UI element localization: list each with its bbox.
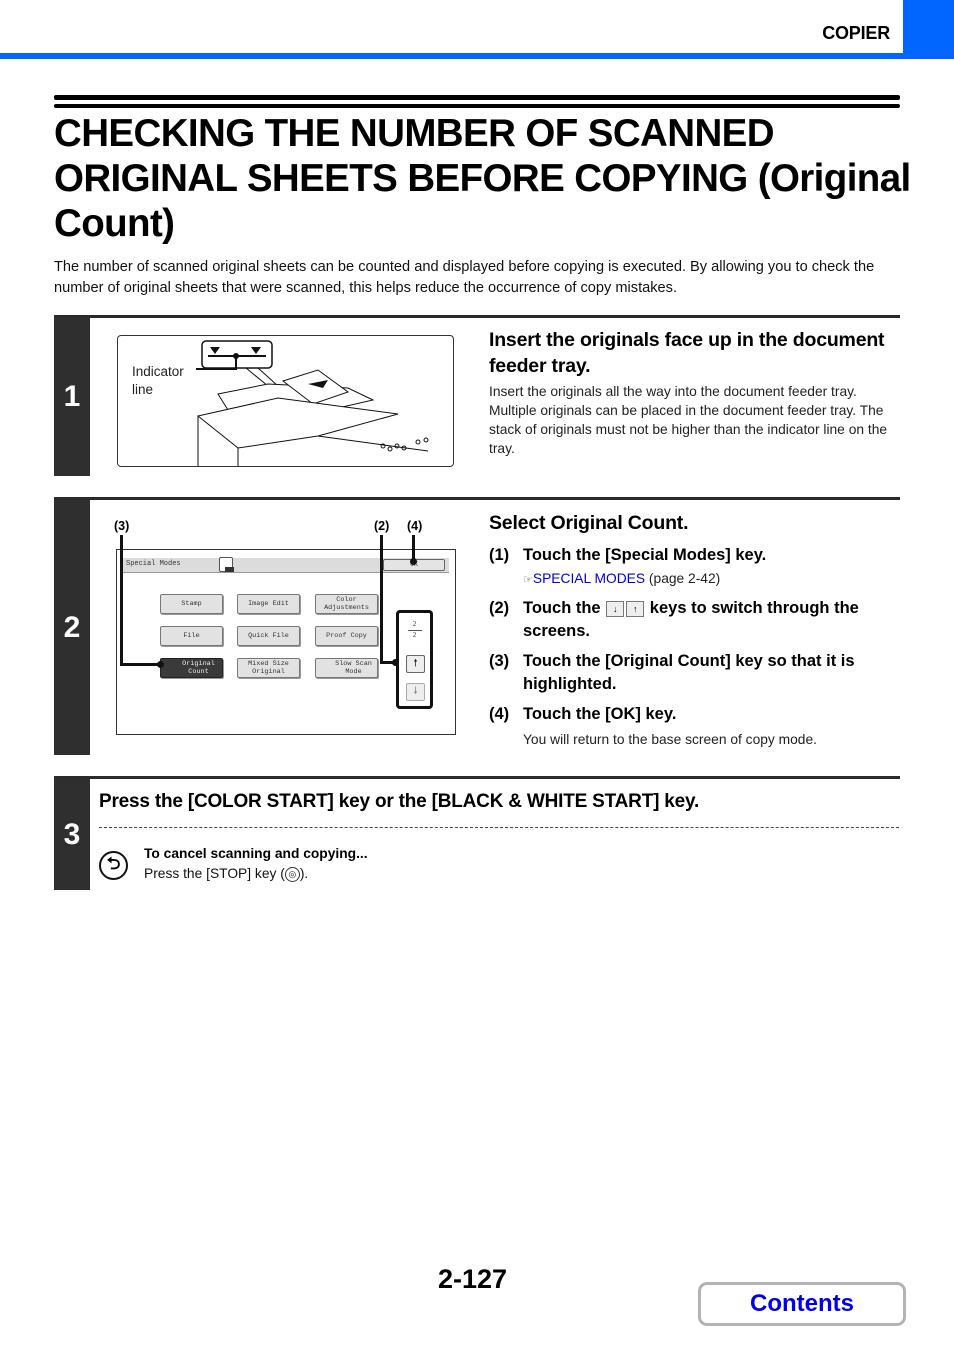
image-edit-button[interactable]: Image Edit bbox=[237, 594, 300, 614]
page-switcher: 2 2 🠕 🠗 bbox=[396, 610, 433, 709]
page-total: 2 bbox=[412, 631, 417, 639]
step-number: 3 bbox=[54, 779, 90, 890]
page-number: 2-127 bbox=[438, 1264, 508, 1294]
down-key-icon: ↓ bbox=[606, 600, 625, 617]
leader-dot-3 bbox=[157, 661, 164, 668]
proof-copy-button[interactable]: Proof Copy bbox=[315, 626, 378, 646]
mixed-size-original-button[interactable]: Mixed Size Original bbox=[237, 658, 300, 678]
leader-line-3-horizontal bbox=[120, 663, 161, 666]
intro-paragraph: The number of scanned original sheets ca… bbox=[54, 259, 875, 296]
substep-2: (2) Touch the ↓ ↑ keys to switch through … bbox=[489, 597, 899, 643]
note-text-after: ). bbox=[299, 866, 309, 881]
leader-dot-2 bbox=[392, 659, 399, 666]
feeder-illustration: Indicator line bbox=[117, 335, 454, 467]
substep-number: (4) bbox=[489, 705, 510, 723]
slow-scan-mode-button[interactable]: Slow Scan Mode bbox=[315, 658, 378, 678]
cross-reference: ☞SPECIAL MODES (page 2-42) bbox=[523, 571, 720, 586]
substep-3: (3) Touch the [Original Count] key so th… bbox=[489, 650, 899, 696]
note-text-before: Press the [STOP] key ( bbox=[144, 866, 285, 881]
substep-text: Touch the [Original Count] key so that i… bbox=[523, 652, 855, 693]
return-icon: ⮌ bbox=[99, 851, 128, 880]
header-accent-tab bbox=[903, 0, 954, 59]
touch-panel: Special Modes OK Stamp Image Edit Color … bbox=[116, 549, 456, 735]
original-count-button[interactable]: Original Count bbox=[160, 658, 223, 678]
file-button[interactable]: File bbox=[160, 626, 223, 646]
step-number: 1 bbox=[54, 318, 90, 476]
callout-3: (3) bbox=[114, 519, 130, 533]
up-key-icon: ↑ bbox=[626, 600, 645, 617]
step-1: 1 Indicator line Insert the originals fa… bbox=[54, 315, 900, 476]
callout-4: (4) bbox=[407, 519, 423, 533]
leader-dot-4 bbox=[410, 558, 417, 565]
substep-text: Touch the [OK] key. bbox=[523, 705, 677, 723]
pointing-hand-icon: ☞ bbox=[523, 574, 533, 586]
color-adjustments-button[interactable]: Color Adjustments bbox=[315, 594, 378, 614]
substep-number: (2) bbox=[489, 599, 510, 617]
scroll-down-button[interactable]: 🠗 bbox=[406, 683, 425, 701]
substep-number: (3) bbox=[489, 652, 510, 670]
document-icon bbox=[219, 557, 234, 572]
stop-key-icon: ◎ bbox=[284, 866, 300, 882]
title-rule-top bbox=[54, 95, 900, 100]
arrow-up-icon: 🠕 bbox=[413, 658, 418, 669]
reference-page: (page 2-42) bbox=[648, 571, 721, 586]
scroll-up-button[interactable]: 🠕 bbox=[406, 655, 425, 673]
page-current: 2 bbox=[412, 620, 417, 628]
substep-1: (1) Touch the [Special Modes] key. bbox=[489, 544, 899, 567]
substep-note: You will return to the base screen of co… bbox=[523, 732, 817, 747]
step-body: Insert the originals all the way into th… bbox=[489, 384, 888, 456]
step-2: 2 (3) (2) (4) Special Modes OK Stamp Ima… bbox=[54, 497, 900, 755]
stamp-button[interactable]: Stamp bbox=[160, 594, 223, 614]
leader-line-3 bbox=[120, 535, 123, 666]
callout-2: (2) bbox=[374, 519, 390, 533]
substep-number: (1) bbox=[489, 546, 510, 564]
arrow-down-icon: 🠗 bbox=[413, 686, 418, 697]
page-title: CHECKING THE NUMBER OF SCANNED ORIGINAL … bbox=[54, 112, 911, 245]
contents-button[interactable]: Contents bbox=[698, 1282, 906, 1326]
step-heading: Select Original Count. bbox=[489, 512, 689, 534]
header-accent-bar bbox=[0, 53, 954, 59]
panel-title: Special Modes bbox=[126, 560, 181, 568]
substep-text-before: Touch the bbox=[523, 599, 601, 617]
step-heading: Insert the originals face up in the docu… bbox=[489, 329, 885, 377]
section-label: COPIER bbox=[822, 23, 890, 43]
note-body: Press the [STOP] key (◎). bbox=[144, 866, 308, 882]
substep-text: Touch the [Special Modes] key. bbox=[523, 546, 767, 564]
special-modes-link[interactable]: SPECIAL MODES bbox=[533, 571, 645, 586]
panel-title-bar: Special Modes OK bbox=[123, 557, 449, 573]
leader-line-2 bbox=[380, 535, 383, 664]
special-modes-illustration: (3) (2) (4) Special Modes OK Stamp Image… bbox=[114, 515, 459, 740]
step-3: 3 Press the [COLOR START] key or the [BL… bbox=[54, 776, 900, 890]
step-heading: Press the [COLOR START] key or the [BLAC… bbox=[99, 791, 700, 812]
note-title: To cancel scanning and copying... bbox=[144, 846, 368, 861]
title-rule-bottom bbox=[54, 104, 900, 108]
substep-4: (4) Touch the [OK] key. bbox=[489, 703, 899, 726]
step-number: 2 bbox=[54, 500, 90, 755]
document-feeder-drawing bbox=[196, 340, 429, 466]
dashed-divider bbox=[99, 827, 899, 828]
quick-file-button[interactable]: Quick File bbox=[237, 626, 300, 646]
